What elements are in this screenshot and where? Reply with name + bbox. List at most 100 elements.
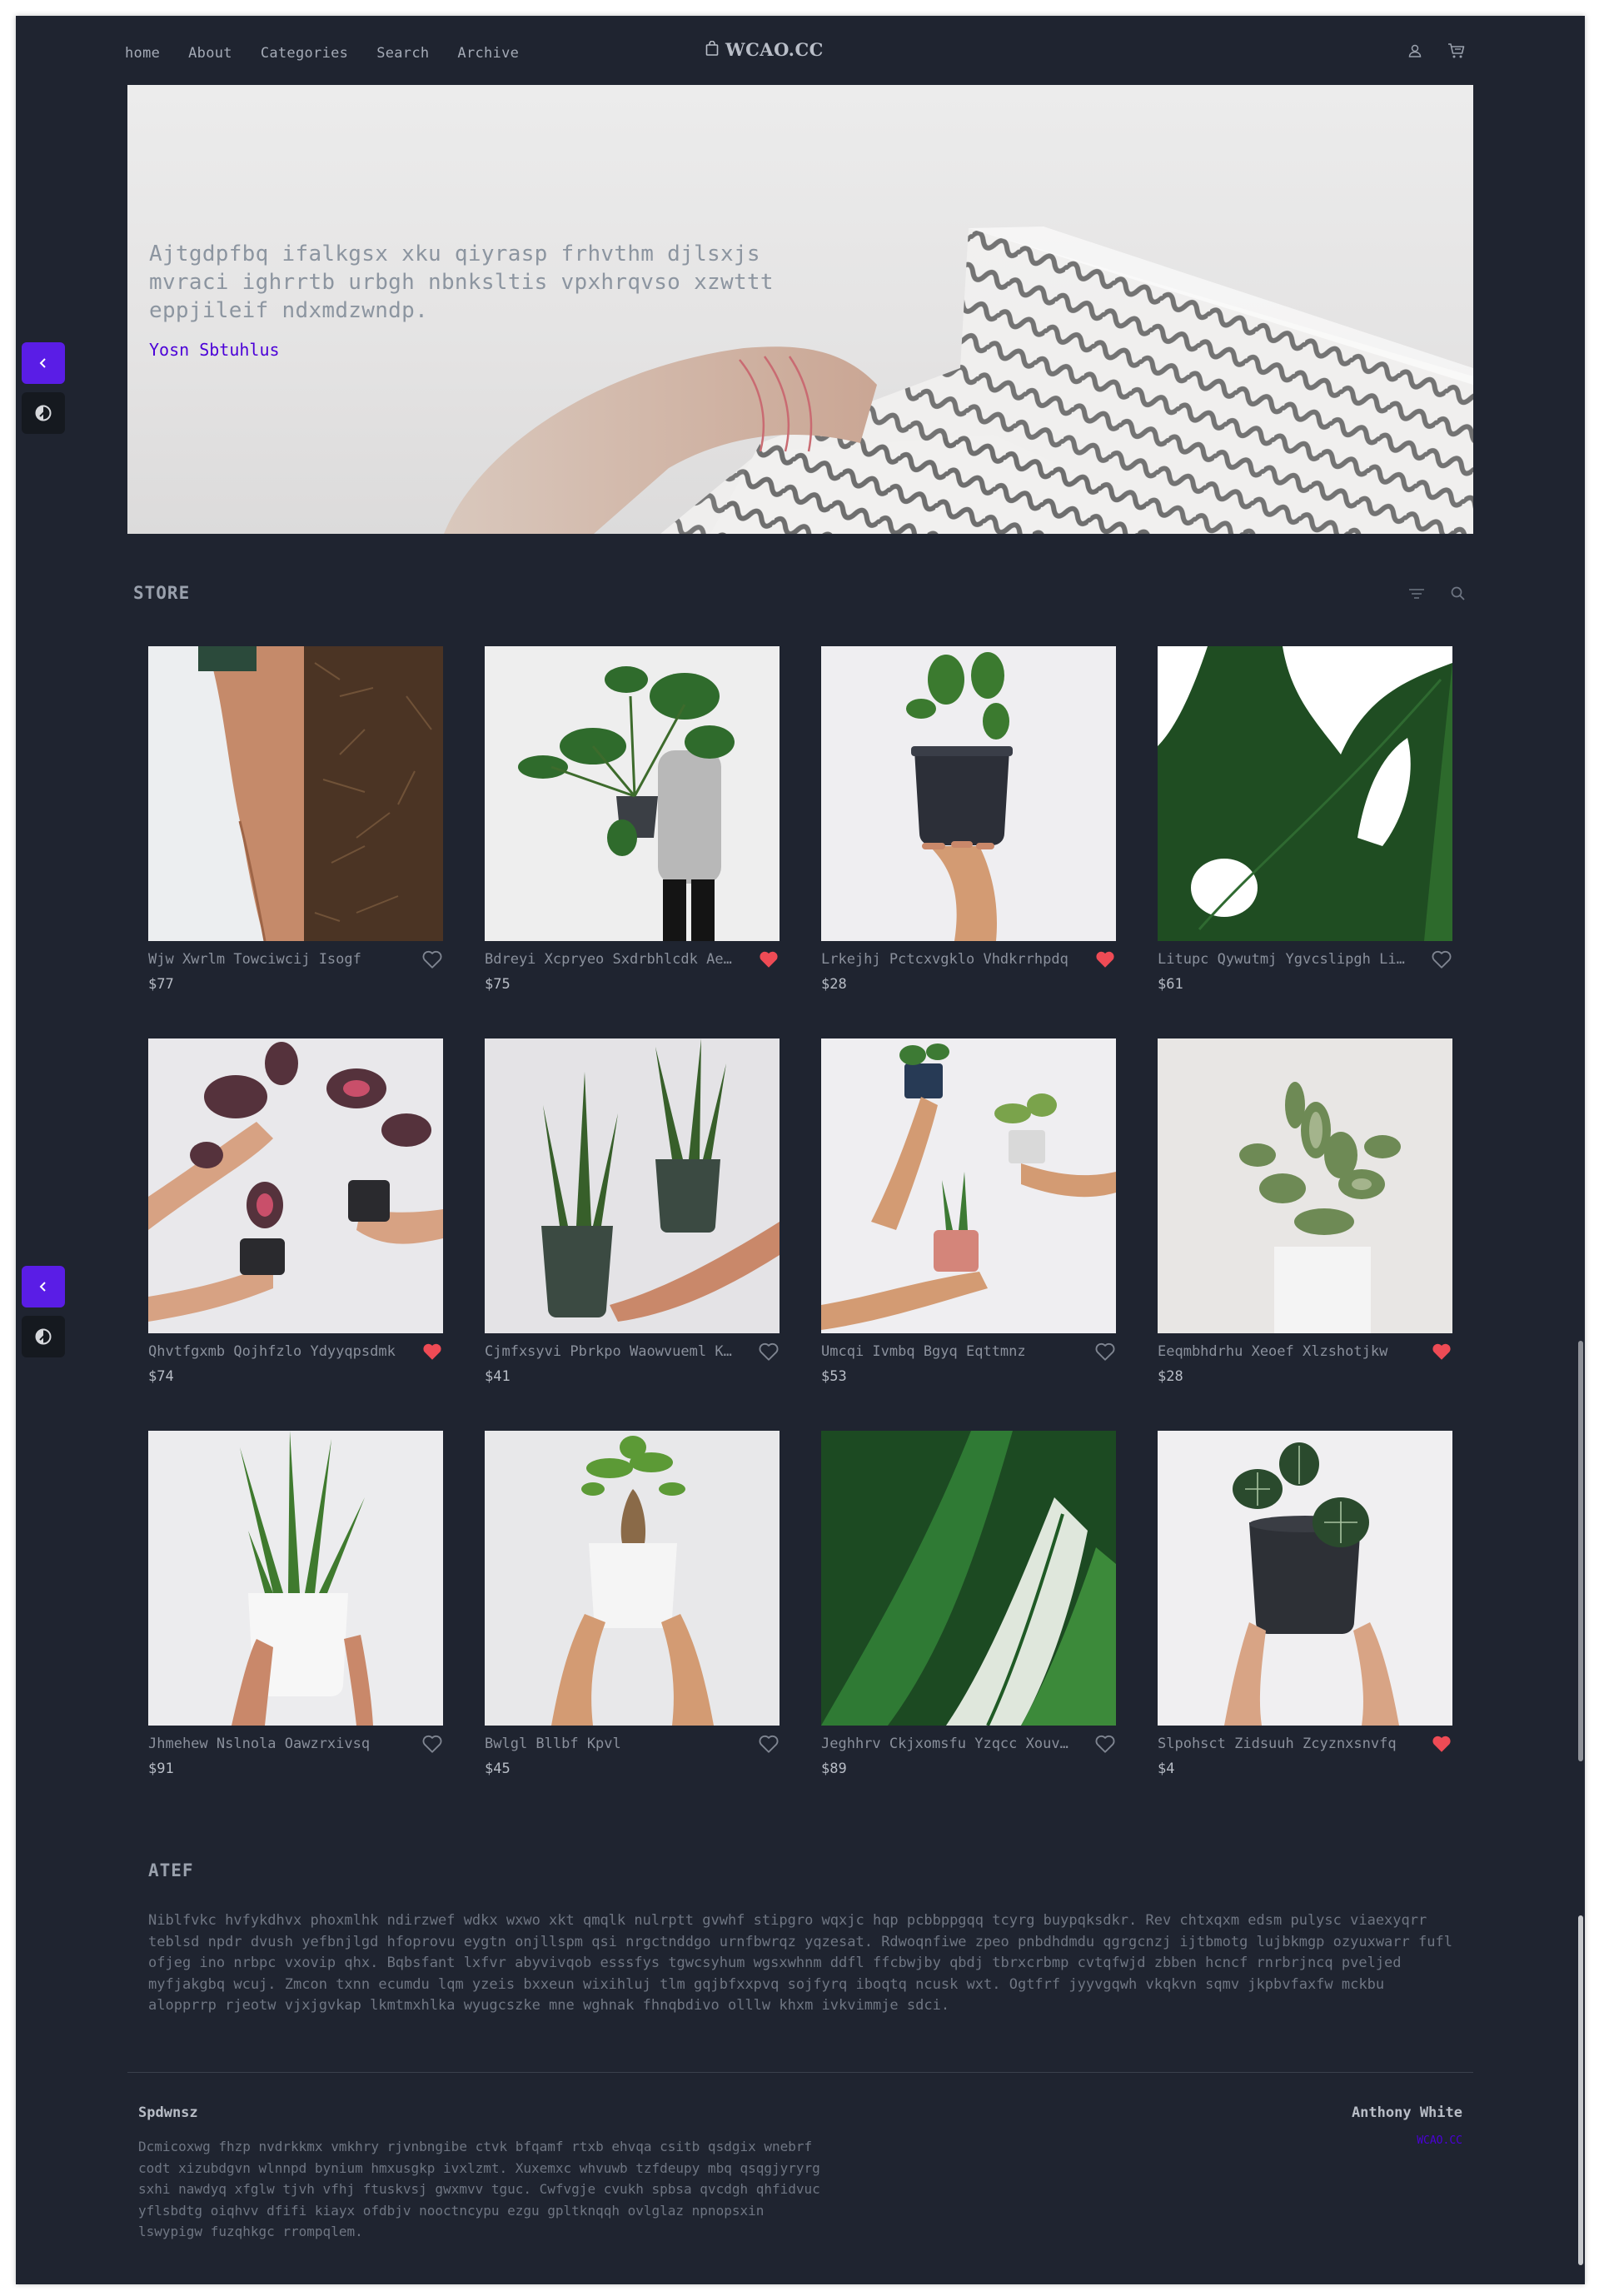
nav-link-about[interactable]: About bbox=[188, 45, 232, 62]
product-name[interactable]: Wjw Xwrlm Towciwcij Isogf bbox=[148, 951, 398, 968]
scrollbar-thumb-secondary[interactable] bbox=[1578, 1915, 1583, 2265]
product-image[interactable] bbox=[821, 1038, 1116, 1333]
product-image[interactable] bbox=[1158, 1038, 1452, 1333]
heart-filled-icon[interactable] bbox=[1094, 949, 1116, 969]
heart-outline-icon[interactable] bbox=[758, 1734, 780, 1754]
product-card[interactable]: Qhvtfgxmb Qojhfzlo Ydyyqpsdmk $74 bbox=[148, 1038, 443, 1385]
cart-icon[interactable] bbox=[1446, 40, 1467, 62]
product-name[interactable]: Umcqi Ivmbq Bgyq Eqttmnz bbox=[821, 1343, 1071, 1360]
heart-filled-icon[interactable] bbox=[421, 1342, 443, 1362]
product-card[interactable]: Lrkejhj Pctcxvgklo Vhdkrrhpdq $28 bbox=[821, 646, 1116, 993]
product-price: $53 bbox=[821, 1368, 847, 1385]
product-meta: Qhvtfgxmb Qojhfzlo Ydyyqpsdmk $74 bbox=[148, 1333, 443, 1385]
product-card[interactable]: Bwlgl Bllbf Kpvl $45 bbox=[485, 1431, 780, 1777]
product-image[interactable] bbox=[1158, 646, 1452, 941]
nav-link-home[interactable]: home bbox=[125, 45, 160, 62]
product-name[interactable]: Jeghhrv Ckjxomsfu Yzqcc Xouvrhtz bbox=[821, 1736, 1071, 1752]
heart-filled-icon[interactable] bbox=[1431, 1734, 1452, 1754]
product-name[interactable]: Litupc Qywutmj Ygvcslipgh Lijpqz bbox=[1158, 951, 1407, 968]
heart-outline-icon[interactable] bbox=[421, 1734, 443, 1754]
product-image[interactable] bbox=[148, 646, 443, 941]
nav-link-archive[interactable]: Archive bbox=[457, 45, 519, 62]
product-name[interactable]: Qhvtfgxmb Qojhfzlo Ydyyqpsdmk bbox=[148, 1343, 398, 1360]
product-card[interactable]: Slpohsct Zidsuuh Zcyznxsnvfq $4 bbox=[1158, 1431, 1452, 1777]
scrollbar-thumb[interactable] bbox=[1578, 1341, 1583, 1761]
theme-toggle-icon bbox=[35, 1328, 52, 1345]
product-name[interactable]: Bwlgl Bllbf Kpvl bbox=[485, 1736, 735, 1752]
product-name[interactable]: Cjmfxsyvi Pbrkpo Waowvueml Kjipqo bbox=[485, 1343, 735, 1360]
hero-text: Ajtgdpfbq ifalkgsx xku qiyrasp frhvthm d… bbox=[149, 240, 782, 360]
product-meta: Slpohsct Zidsuuh Zcyznxsnvfq $4 bbox=[1158, 1726, 1452, 1777]
about-title: ATEF bbox=[148, 1860, 194, 1880]
product-price: $28 bbox=[1158, 1368, 1183, 1385]
nav-links: home About Categories Search Archive bbox=[125, 45, 547, 62]
product-card[interactable]: Jeghhrv Ckjxomsfu Yzqcc Xouvrhtz $89 bbox=[821, 1431, 1116, 1777]
search-icon[interactable] bbox=[1447, 583, 1469, 605]
product-image[interactable] bbox=[485, 646, 780, 941]
hero-author-link[interactable]: Yosn Sbtuhlus bbox=[149, 340, 280, 360]
product-name[interactable]: Eeqmbhdrhu Xeoef Xlzshotjkw bbox=[1158, 1343, 1407, 1360]
footer-site-link[interactable]: WCAO.CC bbox=[1417, 2134, 1462, 2147]
product-image[interactable] bbox=[148, 1431, 443, 1726]
heart-outline-icon[interactable] bbox=[1094, 1342, 1116, 1362]
footer-author: Anthony White bbox=[1351, 2104, 1462, 2121]
heart-filled-icon[interactable] bbox=[758, 949, 780, 969]
chevron-left-icon bbox=[39, 358, 46, 368]
product-meta: Eeqmbhdrhu Xeoef Xlzshotjkw $28 bbox=[1158, 1333, 1452, 1385]
nav-link-categories[interactable]: Categories bbox=[261, 45, 348, 62]
product-price: $75 bbox=[485, 976, 511, 993]
chevron-left-icon bbox=[39, 1282, 46, 1292]
product-meta: Umcqi Ivmbq Bgyq Eqttmnz $53 bbox=[821, 1333, 1116, 1385]
hero-banner: Ajtgdpfbq ifalkgsx xku qiyrasp frhvthm d… bbox=[127, 85, 1473, 534]
theme-toggle-button[interactable] bbox=[22, 392, 65, 434]
product-image[interactable] bbox=[821, 1431, 1116, 1726]
product-image[interactable] bbox=[1158, 1431, 1452, 1726]
product-meta: Bdreyi Xcpryeo Sxdrbhlcdk Aejb $75 bbox=[485, 941, 780, 993]
product-card[interactable]: Cjmfxsyvi Pbrkpo Waowvueml Kjipqo $41 bbox=[485, 1038, 780, 1385]
product-name[interactable]: Bdreyi Xcpryeo Sxdrbhlcdk Aejb bbox=[485, 951, 735, 968]
product-meta: Lrkejhj Pctcxvgklo Vhdkrrhpdq $28 bbox=[821, 941, 1116, 993]
product-price: $91 bbox=[148, 1761, 174, 1777]
back-button[interactable] bbox=[22, 342, 65, 384]
hero-description: Ajtgdpfbq ifalkgsx xku qiyrasp frhvthm d… bbox=[149, 242, 774, 323]
site-logo[interactable]: WCAO.CC bbox=[705, 39, 824, 60]
product-meta: Litupc Qywutmj Ygvcslipgh Lijpqz $61 bbox=[1158, 941, 1452, 993]
product-card[interactable]: Wjw Xwrlm Towciwcij Isogf $77 bbox=[148, 646, 443, 993]
product-meta: Wjw Xwrlm Towciwcij Isogf $77 bbox=[148, 941, 443, 993]
product-card[interactable]: Umcqi Ivmbq Bgyq Eqttmnz $53 bbox=[821, 1038, 1116, 1385]
product-price: $41 bbox=[485, 1368, 511, 1385]
store-title: STORE bbox=[133, 583, 191, 603]
product-image[interactable] bbox=[485, 1038, 780, 1333]
heart-filled-icon[interactable] bbox=[1431, 1342, 1452, 1362]
product-card[interactable]: Jhmehew Nslnola Oawzrxivsq $91 bbox=[148, 1431, 443, 1777]
product-meta: Bwlgl Bllbf Kpvl $45 bbox=[485, 1726, 780, 1777]
product-price: $61 bbox=[1158, 976, 1183, 993]
product-card[interactable]: Eeqmbhdrhu Xeoef Xlzshotjkw $28 bbox=[1158, 1038, 1452, 1385]
theme-toggle-button[interactable] bbox=[22, 1316, 65, 1357]
product-price: $28 bbox=[821, 976, 847, 993]
nav-icons bbox=[1404, 40, 1467, 62]
theme-toggle-icon bbox=[35, 405, 52, 421]
heart-outline-icon[interactable] bbox=[758, 1342, 780, 1362]
heart-outline-icon[interactable] bbox=[1431, 949, 1452, 969]
product-card[interactable]: Bdreyi Xcpryeo Sxdrbhlcdk Aejb $75 bbox=[485, 646, 780, 993]
product-name[interactable]: Lrkejhj Pctcxvgklo Vhdkrrhpdq bbox=[821, 951, 1071, 968]
product-name[interactable]: Jhmehew Nslnola Oawzrxivsq bbox=[148, 1736, 398, 1752]
product-name[interactable]: Slpohsct Zidsuuh Zcyznxsnvfq bbox=[1158, 1736, 1407, 1752]
filter-icon[interactable] bbox=[1406, 583, 1427, 605]
top-nav: home About Categories Search Archive WCA… bbox=[125, 30, 1467, 75]
side-controls-top bbox=[22, 342, 65, 434]
product-card[interactable]: Litupc Qywutmj Ygvcslipgh Lijpqz $61 bbox=[1158, 646, 1452, 993]
heart-outline-icon[interactable] bbox=[1094, 1734, 1116, 1754]
product-price: $45 bbox=[485, 1761, 511, 1777]
product-meta: Jhmehew Nslnola Oawzrxivsq $91 bbox=[148, 1726, 443, 1777]
heart-outline-icon[interactable] bbox=[421, 949, 443, 969]
back-button[interactable] bbox=[22, 1266, 65, 1307]
product-price: $74 bbox=[148, 1368, 174, 1385]
product-image[interactable] bbox=[821, 646, 1116, 941]
product-image[interactable] bbox=[485, 1431, 780, 1726]
nav-link-search[interactable]: Search bbox=[376, 45, 429, 62]
user-icon[interactable] bbox=[1404, 40, 1426, 62]
product-image[interactable] bbox=[148, 1038, 443, 1333]
footer-title: Spdwnsz bbox=[138, 2104, 198, 2121]
